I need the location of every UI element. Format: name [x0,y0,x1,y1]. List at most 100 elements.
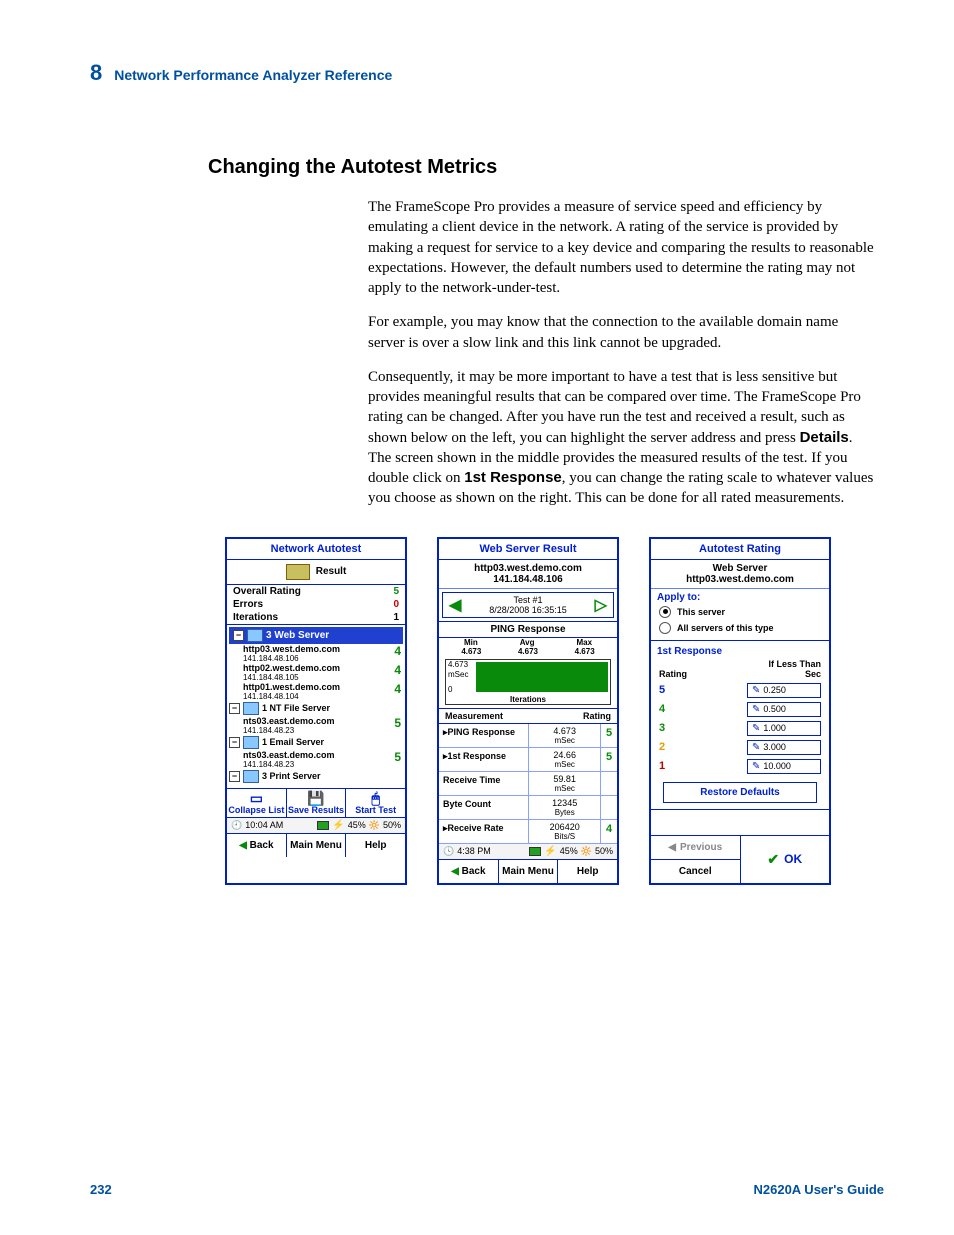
collapse-list-button[interactable]: ▭Collapse List [227,789,287,817]
help-button[interactable]: Help [558,860,617,883]
page-header: 8 Network Performance Analyzer Reference [90,60,884,86]
threshold-header: If Less Than [651,659,829,669]
collapse-icon[interactable]: − [229,737,240,748]
group-print-server[interactable]: − 3 Print Server [229,769,403,786]
ping-chart: 4.673 mSec 0 Iterations [445,659,611,705]
threshold-row-4: 4✎0.500 [651,700,829,719]
errors-row: Errors0 [227,598,405,611]
server-icon [243,702,259,715]
panel-title: Web Server Result [439,539,617,560]
threshold-row-1: 1✎10.000 [651,757,829,776]
back-button[interactable]: ◀ Back [227,834,287,857]
radio-icon[interactable] [659,622,671,634]
ping-stats-labels: Min Avg Max [439,638,617,647]
status-bar: 🕓4:38 PM ⚡45% 🔆50% [439,844,617,860]
radio-icon[interactable] [659,606,671,618]
paragraph-2: For example, you may know that the conne… [368,312,874,353]
measurement-row[interactable]: ▸PING Response4.673mSec5 [439,724,617,748]
panel-title: Network Autotest [227,539,405,560]
previous-button[interactable]: ◀Previous [651,836,740,860]
server-icon [247,629,263,642]
server-item[interactable]: http02.west.demo.com141.184.48.1054 [243,663,403,682]
edit-icon: ✎ [752,742,760,753]
guide-title: N2620A User's Guide [753,1182,884,1197]
ping-response-header: PING Response [439,621,617,638]
body-text: The FrameScope Pro provides a measure of… [368,197,874,509]
next-test-button[interactable]: ▷ [589,595,613,615]
battery-icon [529,847,541,856]
screenshot-autotest-rating: Autotest Rating Web Serverhttp03.west.de… [649,537,831,885]
radio-all-servers[interactable]: All servers of this type [651,620,829,640]
group-nt-file-server[interactable]: − 1 NT File Server [229,701,403,716]
screenshot-network-autotest: Network Autotest Result Overall Rating5 … [225,537,407,885]
collapse-icon[interactable]: − [233,630,244,641]
measurement-row[interactable]: ▸1st Response24.66mSec5 [439,748,617,772]
prev-test-button[interactable]: ◀ [443,595,467,615]
edit-icon: ✎ [752,723,760,734]
start-test-button[interactable]: 🖱Start Test [346,789,405,817]
collapse-icon[interactable]: − [229,703,240,714]
check-icon: ✔ [767,851,779,868]
result-label: Result [227,560,405,585]
server-item[interactable]: http03.west.demo.com141.184.48.1064 [243,644,403,663]
measurement-row[interactable]: ▸Receive Rate206420Bits/S4 [439,820,617,844]
floppy-icon: 💾 [287,791,346,805]
server-icon [243,736,259,749]
cancel-button[interactable]: Cancel [651,860,740,883]
main-menu-button[interactable]: Main Menu [287,834,347,857]
clock-icon: 🕓 [443,846,454,857]
server-item[interactable]: nts03.east.demo.com141.184.48.235 [243,716,403,735]
server-item[interactable]: nts03.east.demo.com141.184.48.235 [243,750,403,769]
help-button[interactable]: Help [346,834,405,857]
toolbar: ▭Collapse List 💾Save Results 🖱Start Test [227,788,405,818]
status-bar: 🕘10:04 AM ⚡45% 🔆50% [227,818,405,834]
paragraph-3: Consequently, it may be more important t… [368,367,874,509]
threshold-input[interactable]: ✎0.250 [747,683,821,698]
power-icon: ⚡ [332,820,344,831]
ok-button[interactable]: ✔OK [741,836,830,883]
threshold-input[interactable]: ✎0.500 [747,702,821,717]
radio-this-server[interactable]: This server [651,604,829,620]
threshold-input[interactable]: ✎10.000 [747,759,821,774]
restore-defaults-button[interactable]: Restore Defaults [663,782,817,803]
measurement-header: MeasurementRating [439,708,617,724]
save-results-button[interactable]: 💾Save Results [287,789,347,817]
ping-stats-values: 4.6734.6734.673 [439,647,617,656]
back-button[interactable]: ◀ Back [439,860,499,883]
paragraph-1: The FrameScope Pro provides a measure of… [368,197,874,298]
dialog-buttons: ◀Previous Cancel ✔OK [651,835,829,883]
edit-icon: ✎ [752,704,760,715]
chapter-number: 8 [90,60,102,86]
overall-rating-row: Overall Rating5 [227,585,405,598]
start-icon: 🖱 [346,791,405,805]
threshold-row-3: 3✎1.000 [651,719,829,738]
page-footer: 232 N2620A User's Guide [90,1182,884,1197]
iterations-row: Iterations1 [227,611,405,625]
group-web-server[interactable]: − 3 Web Server [229,627,403,644]
server-item[interactable]: http01.west.demo.com141.184.48.1044 [243,682,403,701]
threshold-input[interactable]: ✎1.000 [747,721,821,736]
clock-icon: 🕘 [231,820,242,831]
group-email-server[interactable]: − 1 Email Server [229,735,403,750]
threshold-input[interactable]: ✎3.000 [747,740,821,755]
measurement-row[interactable]: Receive Time59.81mSec [439,772,617,796]
nav-bar: ◀ Back Main Menu Help [439,860,617,883]
apply-to-label: Apply to: [651,589,829,604]
brightness-icon: 🔆 [581,846,592,857]
screenshot-web-server-result: Web Server Result http03.west.demo.com14… [437,537,619,885]
edit-icon: ✎ [752,685,760,696]
edit-icon: ✎ [752,761,760,772]
collapse-icon[interactable]: − [229,771,240,782]
threshold-row-5: 5✎0.250 [651,681,829,700]
device-icon [286,564,310,580]
main-menu-button[interactable]: Main Menu [499,860,559,883]
measurement-row[interactable]: Byte Count12345Bytes [439,796,617,820]
server-icon [243,770,259,783]
brightness-icon: 🔆 [369,820,380,831]
nav-bar: ◀ Back Main Menu Help [227,834,405,857]
battery-icon [317,821,329,830]
first-response-label: 1st Response [651,640,829,659]
power-icon: ⚡ [544,846,556,857]
panel-title: Autotest Rating [651,539,829,560]
section-heading: Changing the Autotest Metrics [208,156,884,179]
